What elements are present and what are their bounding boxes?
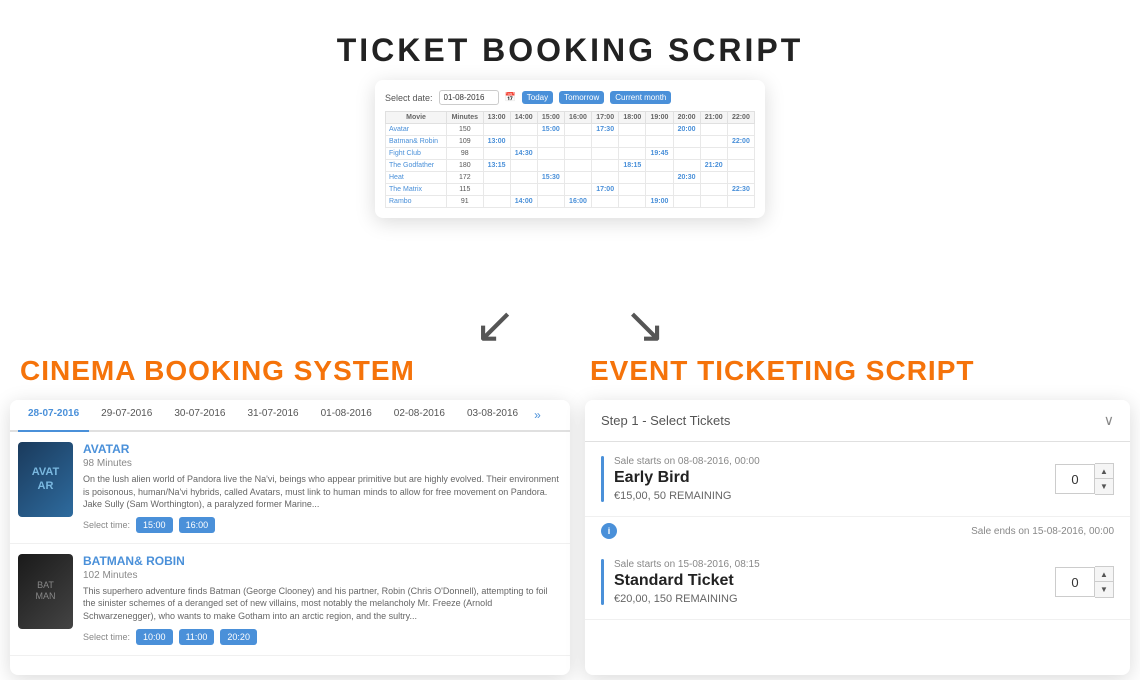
date-tabs: 28-07-2016 29-07-2016 30-07-2016 31-07-2… xyxy=(10,400,570,432)
cinema-panel: 28-07-2016 29-07-2016 30-07-2016 31-07-2… xyxy=(10,400,570,675)
date-label: Select date: xyxy=(385,93,433,103)
select-time-label-batman: Select time: xyxy=(83,632,130,642)
table-row: Fight Club 98 14:30 19:45 xyxy=(386,148,755,160)
col-1400: 14:00 xyxy=(510,112,537,124)
date-tab-4[interactable]: 01-08-2016 xyxy=(311,400,382,432)
select-time-label-avatar: Select time: xyxy=(83,520,130,530)
table-row: Batman& Robin 109 13:00 22:00 xyxy=(386,136,755,148)
qty-spinner-standard: ▲ ▼ xyxy=(1095,566,1114,598)
time-btn-avatar-1500[interactable]: 15:00 xyxy=(136,517,173,533)
col-1900: 19:00 xyxy=(646,112,673,124)
arrow-left-icon: ↙ xyxy=(474,300,516,350)
ticket-price-standard: €20,00, 150 REMAINING xyxy=(614,593,1045,605)
movie-duration-avatar: 98 Minutes xyxy=(83,458,562,469)
time-btn-batman-1000[interactable]: 10:00 xyxy=(136,629,173,645)
event-section-label: EVENT TICKETING SCRIPT xyxy=(590,355,974,387)
sale-ends-label: Sale ends on 15-08-2016, 00:00 xyxy=(971,526,1114,537)
time-btn-batman-2020[interactable]: 20:20 xyxy=(220,629,257,645)
ticket-name-early-bird: Early Bird xyxy=(614,469,1045,487)
qty-up-standard[interactable]: ▲ xyxy=(1095,567,1113,582)
col-movie: Movie xyxy=(386,112,447,124)
ticket-border-early-bird xyxy=(601,456,604,502)
movie-item-batman: BATMAN BATMAN& ROBIN 102 Minutes This su… xyxy=(10,544,570,656)
ticket-sale-starts-standard: Sale starts on 15-08-2016, 08:15 xyxy=(614,559,1045,570)
table-row: The Matrix 115 17:00 22:30 xyxy=(386,184,755,196)
current-month-btn[interactable]: Current month xyxy=(610,91,671,104)
qty-input-standard[interactable] xyxy=(1055,567,1095,597)
step-header[interactable]: Step 1 - Select Tickets ∨ xyxy=(585,400,1130,442)
today-btn[interactable]: Today xyxy=(522,91,553,104)
movie-duration-batman: 102 Minutes xyxy=(83,570,562,581)
col-1800: 18:00 xyxy=(619,112,646,124)
center-preview-card: Select date: 📅 Today Tomorrow Current mo… xyxy=(375,80,765,218)
ticket-item-standard: Sale starts on 15-08-2016, 08:15 Standar… xyxy=(585,545,1130,620)
movie-desc-avatar: On the lush alien world of Pandora live … xyxy=(83,473,562,511)
date-tab-2[interactable]: 30-07-2016 xyxy=(164,400,235,432)
table-row: Heat 172 15:30 20:30 xyxy=(386,172,755,184)
col-1700: 17:00 xyxy=(592,112,619,124)
showtimes-table: Movie Minutes 13:00 14:00 15:00 16:00 17… xyxy=(385,111,755,208)
date-tab-5[interactable]: 02-08-2016 xyxy=(384,400,455,432)
date-tab-1[interactable]: 29-07-2016 xyxy=(91,400,162,432)
time-btn-batman-1100[interactable]: 11:00 xyxy=(179,629,215,645)
ticket-name-standard: Standard Ticket xyxy=(614,572,1045,590)
col-2000: 20:00 xyxy=(673,112,700,124)
ticket-price-early-bird: €15,00, 50 REMAINING xyxy=(614,490,1045,502)
table-row: Rambo 91 14:00 16:00 19:00 xyxy=(386,196,755,208)
tomorrow-btn[interactable]: Tomorrow xyxy=(559,91,604,104)
arrows-container: ↙ ↘ xyxy=(420,260,720,350)
col-minutes: Minutes xyxy=(447,112,483,124)
ticket-item-early-bird: Sale starts on 08-08-2016, 00:00 Early B… xyxy=(585,442,1130,517)
date-input[interactable] xyxy=(439,90,499,105)
qty-down-early-bird[interactable]: ▼ xyxy=(1095,479,1113,494)
table-row: Avatar 150 15:00 17:30 20:00 xyxy=(386,124,755,136)
col-1500: 15:00 xyxy=(537,112,564,124)
ticket-qty-early-bird[interactable]: ▲ ▼ xyxy=(1055,456,1114,502)
event-panel: Step 1 - Select Tickets ∨ Sale starts on… xyxy=(585,400,1130,675)
ticket-info-row: i Sale ends on 15-08-2016, 00:00 xyxy=(585,517,1130,545)
movie-title-batman: BATMAN& ROBIN xyxy=(83,554,562,568)
qty-up-early-bird[interactable]: ▲ xyxy=(1095,464,1113,479)
ticket-qty-standard[interactable]: ▲ ▼ xyxy=(1055,559,1114,605)
movie-desc-batman: This superhero adventure finds Batman (G… xyxy=(83,585,562,623)
cinema-section-label: CINEMA BOOKING SYSTEM xyxy=(20,355,415,387)
time-btn-avatar-1600[interactable]: 16:00 xyxy=(179,517,216,533)
movie-info-batman: BATMAN& ROBIN 102 Minutes This superhero… xyxy=(83,554,562,645)
movie-item-avatar: AVATAR AVATAR 98 Minutes On the lush ali… xyxy=(10,432,570,544)
ticket-sale-starts-early-bird: Sale starts on 08-08-2016, 00:00 xyxy=(614,456,1045,467)
info-icon: i xyxy=(601,523,617,539)
col-1600: 16:00 xyxy=(564,112,591,124)
date-tab-6[interactable]: 03-08-2016 xyxy=(457,400,528,432)
step-chevron-icon: ∨ xyxy=(1104,412,1114,429)
arrow-right-icon: ↘ xyxy=(624,300,666,350)
more-dates-btn[interactable]: » xyxy=(530,400,545,430)
ticket-details-standard: Sale starts on 15-08-2016, 08:15 Standar… xyxy=(614,559,1045,605)
date-tab-0[interactable]: 28-07-2016 xyxy=(18,400,89,432)
qty-down-standard[interactable]: ▼ xyxy=(1095,582,1113,597)
movie-poster-avatar: AVATAR xyxy=(18,442,73,517)
qty-input-early-bird[interactable] xyxy=(1055,464,1095,494)
col-2100: 21:00 xyxy=(700,112,727,124)
ticket-details-early-bird: Sale starts on 08-08-2016, 00:00 Early B… xyxy=(614,456,1045,502)
movie-info-avatar: AVATAR 98 Minutes On the lush alien worl… xyxy=(83,442,562,533)
step-label: Step 1 - Select Tickets xyxy=(601,413,730,428)
ticket-border-standard xyxy=(601,559,604,605)
table-row: The Godfather 180 13:15 18:15 21:20 xyxy=(386,160,755,172)
page-title: TICKET BOOKING SCRIPT xyxy=(0,0,1140,69)
qty-spinner-early-bird: ▲ ▼ xyxy=(1095,463,1114,495)
col-2200: 22:00 xyxy=(727,112,754,124)
col-1300: 13:00 xyxy=(483,112,510,124)
movie-poster-batman: BATMAN xyxy=(18,554,73,629)
calendar-icon: 📅 xyxy=(505,92,516,103)
date-tab-3[interactable]: 31-07-2016 xyxy=(237,400,308,432)
movie-title-avatar: AVATAR xyxy=(83,442,562,456)
